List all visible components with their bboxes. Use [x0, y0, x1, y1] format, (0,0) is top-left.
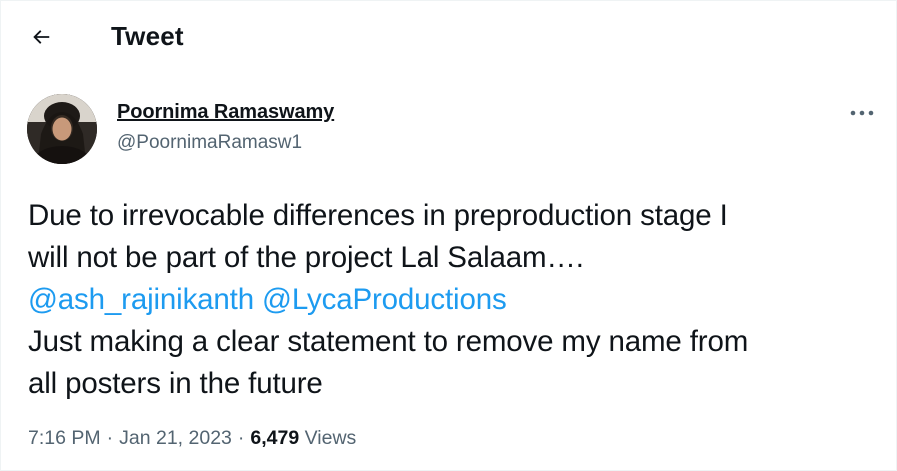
tweet-text-line: all posters in the future — [28, 367, 323, 400]
author-display-name[interactable]: Poornima Ramaswamy — [117, 101, 334, 124]
views-label: Views — [304, 427, 357, 449]
author-handle[interactable]: @PoornimaRamasw1 — [117, 132, 302, 154]
more-horizontal-icon — [850, 110, 874, 116]
tweet-text-line: Due to irrevocable differences in prepro… — [28, 199, 728, 232]
tweet-text-line: Just making a clear statement to remove … — [28, 325, 749, 358]
arrow-left-icon — [33, 30, 50, 44]
tweet-mentions-line: @ash_rajinikanth @LycaProductions — [28, 279, 888, 321]
back-button[interactable] — [23, 19, 59, 55]
meta-separator: · — [106, 427, 114, 449]
avatar[interactable] — [27, 94, 97, 164]
tweet-text-line: will not be part of the project Lal Sala… — [28, 241, 584, 274]
mention-link-ash-rajinikanth[interactable]: @ash_rajinikanth — [28, 283, 254, 316]
mention-link-lycaproductions[interactable]: @LycaProductions — [262, 283, 507, 316]
page-title: Tweet — [111, 21, 184, 51]
views-count: 6,479 — [250, 427, 300, 449]
tweet-time[interactable]: 7:16 PM — [28, 427, 101, 449]
tweet-text: Due to irrevocable differences in prepro… — [28, 195, 888, 405]
tweet-metadata: 7:16 PM · Jan 21, 2023 · 6,479 Views — [28, 427, 356, 450]
profile-photo — [27, 94, 97, 164]
tweet-page: Tweet Poornima Ramaswamy @PoornimaRamasw… — [0, 0, 897, 471]
page-header: Tweet — [1, 1, 897, 75]
tweet-date[interactable]: Jan 21, 2023 — [119, 427, 232, 449]
meta-separator: · — [237, 427, 245, 449]
more-options-button[interactable] — [845, 101, 879, 125]
